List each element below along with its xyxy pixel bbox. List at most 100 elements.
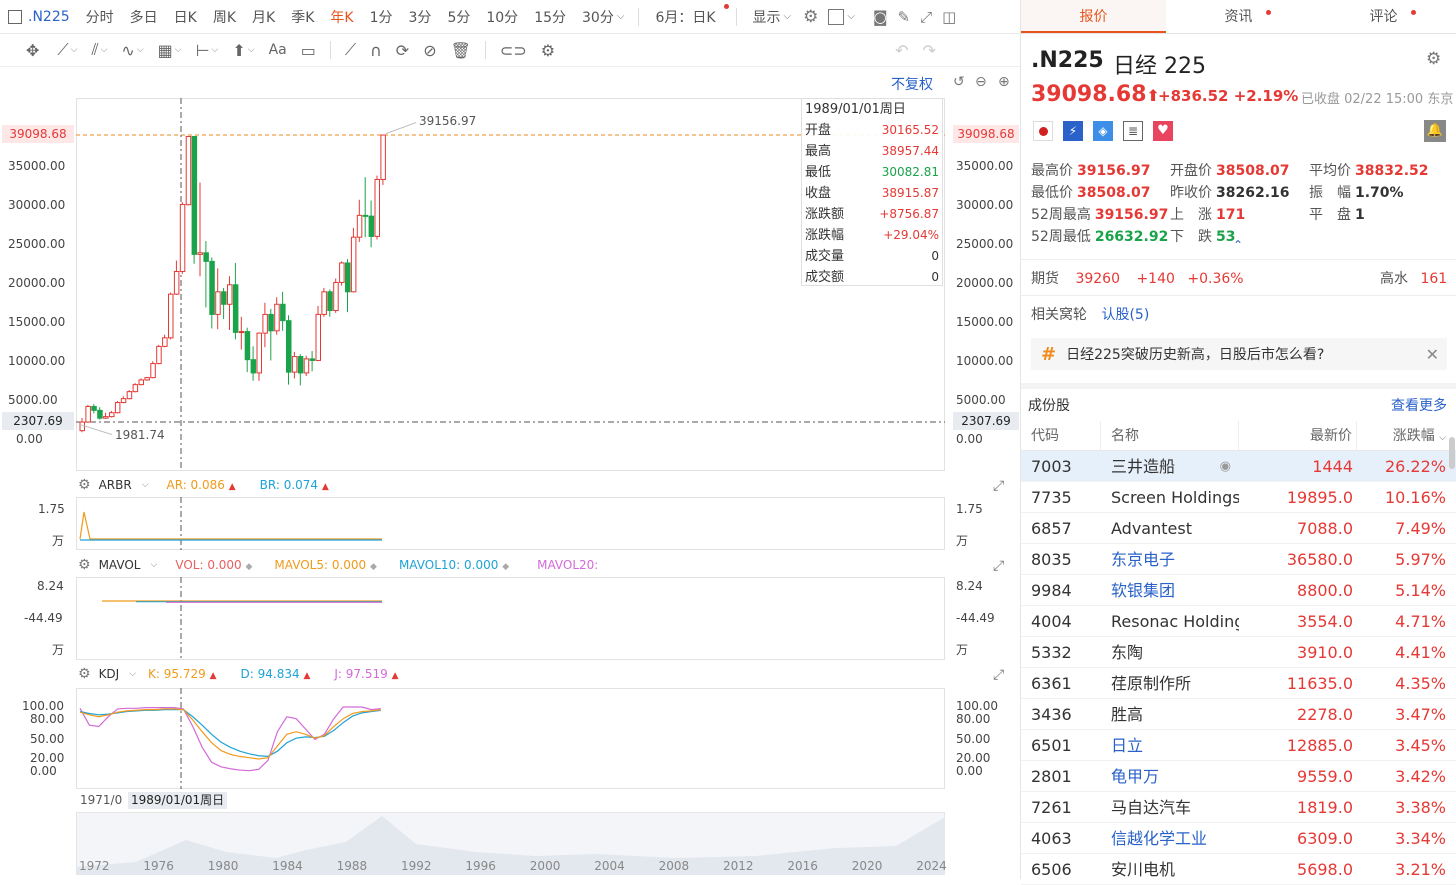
- chevron-down-icon[interactable]: ⌵: [847, 11, 855, 22]
- candle[interactable]: [262, 302, 268, 348]
- indicator-name[interactable]: ARBR: [99, 478, 132, 492]
- period-tab-10m[interactable]: 10分: [486, 7, 518, 27]
- settings-icon[interactable]: ⚙: [541, 41, 555, 60]
- candle[interactable]: [286, 315, 292, 385]
- period-tab-fenshi[interactable]: 分时: [86, 7, 114, 27]
- sync-icon[interactable]: ⟳: [396, 41, 409, 60]
- fullscreen-icon[interactable]: ⤢: [920, 8, 932, 26]
- indicator-name[interactable]: MAVOL: [99, 558, 141, 572]
- link-icon[interactable]: ⊂⊃: [500, 41, 527, 60]
- tab-news[interactable]: 资讯: [1166, 0, 1311, 33]
- candle[interactable]: [327, 289, 333, 317]
- zoom-out-icon[interactable]: ⊖: [975, 74, 987, 90]
- candle[interactable]: [150, 361, 156, 379]
- candle[interactable]: [227, 276, 233, 331]
- table-row[interactable]: 3436 胜高 2278.0 3.47%: [1021, 699, 1456, 730]
- candle[interactable]: [362, 177, 369, 238]
- display-select[interactable]: 显示: [753, 7, 781, 27]
- candle[interactable]: [132, 383, 139, 393]
- candle[interactable]: [244, 327, 251, 373]
- candle[interactable]: [209, 257, 215, 329]
- zoom-in-icon[interactable]: ⊕: [998, 74, 1010, 90]
- channel-tool-icon[interactable]: ⫽: [91, 40, 98, 60]
- line-tool-icon[interactable]: ⟋: [57, 40, 68, 60]
- candle[interactable]: [197, 182, 203, 277]
- candle[interactable]: [238, 316, 245, 350]
- cell-name[interactable]: 信越化学工业: [1101, 823, 1239, 853]
- candle[interactable]: [162, 334, 168, 348]
- text-tool-icon[interactable]: Aa: [269, 42, 287, 58]
- cell-name[interactable]: 日立: [1101, 730, 1239, 760]
- period-tab-month[interactable]: 月K: [252, 7, 275, 27]
- futures-row[interactable]: 期货 39260 +140 +0.36%: [1031, 268, 1244, 288]
- tab-comments[interactable]: 评论: [1311, 0, 1456, 33]
- tab-quote[interactable]: 报价: [1021, 0, 1166, 33]
- candle[interactable]: [250, 346, 257, 381]
- period-tab-1m[interactable]: 1分: [370, 7, 393, 27]
- candle[interactable]: [138, 378, 144, 386]
- close-icon[interactable]: ✕: [1426, 345, 1439, 364]
- cell-name[interactable]: 软银集团: [1101, 575, 1239, 605]
- candle[interactable]: [315, 305, 321, 362]
- cell-name[interactable]: 东京电子: [1101, 544, 1239, 574]
- table-row[interactable]: 6857 Advantest 7088.0 7.49%: [1021, 513, 1456, 544]
- col-code[interactable]: 代码: [1021, 421, 1101, 450]
- period-tab-15m[interactable]: 15分: [534, 7, 566, 27]
- candle[interactable]: [321, 287, 327, 317]
- trash-icon[interactable]: 🗑: [451, 41, 471, 60]
- candle[interactable]: [339, 261, 345, 286]
- undo-icon[interactable]: ↶: [895, 41, 908, 60]
- fib-tool-icon[interactable]: ▦: [158, 41, 173, 60]
- news-banner[interactable]: # 日经225突破历史新高，日股后市怎么看? ✕: [1031, 338, 1447, 370]
- chevron-down-icon[interactable]: ⌵: [248, 45, 255, 55]
- reset-icon[interactable]: ↺: [953, 74, 965, 90]
- ruler-icon[interactable]: ⟋: [345, 40, 356, 60]
- candle[interactable]: [215, 268, 221, 330]
- split-panel-icon[interactable]: ◫: [942, 8, 956, 26]
- table-row[interactable]: 6361 荏原制作所 11635.0 4.35%: [1021, 668, 1456, 699]
- candle[interactable]: [374, 175, 380, 240]
- tag-icon[interactable]: ◈: [1093, 121, 1113, 141]
- candle[interactable]: [345, 259, 351, 313]
- view-more-link[interactable]: 查看更多: [1391, 395, 1447, 415]
- comment-tool-icon[interactable]: ▭: [301, 41, 316, 60]
- candle[interactable]: [356, 199, 363, 242]
- document-icon[interactable]: ≣: [1123, 121, 1143, 141]
- candle[interactable]: [297, 354, 304, 386]
- table-row[interactable]: 9984 软银集团 8800.0 5.14%: [1021, 575, 1456, 606]
- candle[interactable]: [303, 355, 310, 377]
- period-tab-week[interactable]: 周K: [213, 7, 236, 27]
- cell-name[interactable]: 龟甲万: [1101, 761, 1239, 791]
- flash-icon[interactable]: ⚡: [1063, 121, 1083, 141]
- indicator-name[interactable]: KDJ: [99, 667, 120, 681]
- candle[interactable]: [97, 407, 103, 420]
- candle[interactable]: [91, 404, 97, 414]
- candle[interactable]: [156, 344, 162, 365]
- table-row[interactable]: 7261 马自达汽车 1819.0 3.38%: [1021, 792, 1456, 823]
- candle[interactable]: [85, 404, 91, 423]
- chevron-down-icon[interactable]: ⌵: [175, 45, 182, 55]
- candle[interactable]: [221, 287, 227, 320]
- candle[interactable]: [109, 411, 115, 418]
- gear-icon[interactable]: ⚙: [78, 666, 91, 682]
- candle[interactable]: [256, 332, 262, 381]
- chevron-down-icon[interactable]: ⌵: [101, 45, 108, 55]
- magnet-icon[interactable]: ∩: [370, 41, 382, 60]
- square-icon[interactable]: [828, 8, 845, 25]
- measure-tool-icon[interactable]: ⊢: [196, 41, 210, 60]
- table-row[interactable]: 6506 安川电机 5698.0 3.21%: [1021, 854, 1456, 885]
- col-price[interactable]: 最新价: [1239, 421, 1357, 450]
- period-tab-5m[interactable]: 5分: [447, 7, 470, 27]
- candle[interactable]: [350, 227, 357, 293]
- col-name[interactable]: 名称: [1101, 421, 1239, 450]
- kdj-chart[interactable]: [76, 688, 945, 789]
- arbr-chart[interactable]: [76, 497, 945, 550]
- col-change[interactable]: 涨跌幅 ⌵: [1357, 421, 1456, 450]
- period-tab-year[interactable]: 年K: [330, 7, 353, 27]
- chevron-down-icon[interactable]: ⌵: [71, 45, 78, 55]
- table-row[interactable]: 8035 东京电子 36580.0 5.97%: [1021, 544, 1456, 575]
- candle[interactable]: [103, 412, 109, 419]
- candle[interactable]: [274, 297, 280, 335]
- sidebar-toggle-icon[interactable]: [8, 9, 22, 24]
- chevron-down-icon[interactable]: ⌵: [784, 11, 792, 22]
